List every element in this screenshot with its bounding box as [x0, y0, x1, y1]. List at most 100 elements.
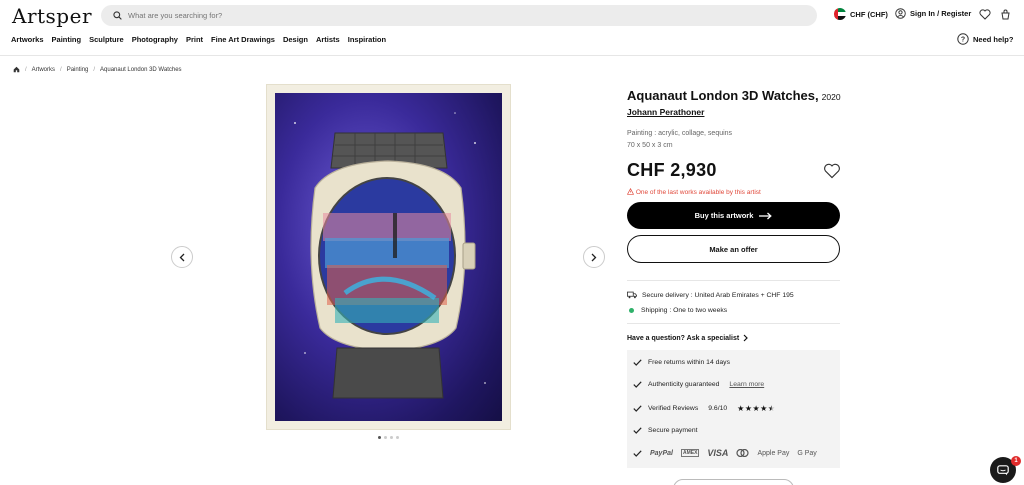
divider	[627, 280, 840, 281]
search-input[interactable]	[128, 11, 728, 20]
last-works-text: One of the last works available by this …	[635, 189, 761, 196]
artwork-painting	[275, 93, 502, 421]
artwork-price: CHF 2,930	[627, 160, 717, 180]
gallery-dot[interactable]	[378, 436, 381, 439]
nav-item-painting[interactable]: Painting	[52, 35, 82, 44]
chevron-left-icon	[179, 253, 185, 261]
currency-selector[interactable]: CHF (CHF)	[834, 8, 888, 20]
gallery-next-button[interactable]	[583, 246, 605, 268]
secure-delivery-text: Secure delivery : United Arab Emirates +…	[642, 291, 794, 299]
question-icon: ?	[957, 33, 969, 45]
visa-logo: VISA	[707, 448, 729, 458]
truck-icon	[627, 291, 637, 299]
nav-item-artists[interactable]: Artists	[316, 35, 340, 44]
google-pay-logo: G Pay	[797, 449, 817, 457]
cart-icon[interactable]	[1000, 9, 1011, 20]
artist-link[interactable]: Johann Perathoner	[627, 107, 704, 117]
benefit-reviews-text: Verified Reviews	[648, 405, 699, 412]
make-offer-label: Make an offer	[709, 244, 758, 254]
signin-link[interactable]: Sign In / Register	[895, 8, 971, 19]
nav-item-fine-art-drawings[interactable]: Fine Art Drawings	[211, 35, 275, 44]
check-icon	[633, 405, 642, 412]
chat-icon	[997, 464, 1009, 475]
apple-pay-logo: Apple Pay	[757, 449, 790, 457]
shipping-text: Shipping : One to two weeks	[641, 307, 728, 314]
currency-label: CHF (CHF)	[850, 9, 888, 19]
shipping-info: Shipping : One to two weeks	[627, 307, 727, 314]
nav-item-photography[interactable]: Photography	[132, 35, 178, 44]
nav-item-print[interactable]: Print	[186, 35, 203, 44]
benefit-secure-payment: Secure payment	[633, 427, 698, 434]
payment-methods: PayPal AMEX VISA Apple Pay G Pay	[633, 448, 817, 458]
breadcrumb-separator: /	[60, 66, 62, 73]
benefit-authenticity: Authenticity guaranteed Learn more	[633, 381, 764, 388]
signin-label: Sign In / Register	[910, 9, 972, 18]
secure-delivery-info: Secure delivery : United Arab Emirates +…	[627, 291, 794, 299]
search-icon	[113, 11, 122, 20]
more-info-button[interactable]	[673, 479, 794, 485]
check-icon	[633, 427, 642, 434]
buy-artwork-label: Buy this artwork	[694, 211, 754, 220]
nav-item-design[interactable]: Design	[283, 35, 308, 44]
breadcrumb: / Artworks / Painting / Aquanaut London …	[13, 66, 182, 73]
chevron-right-icon	[591, 253, 597, 261]
help-label: Need help?	[973, 34, 1014, 44]
mastercard-logo	[736, 449, 750, 457]
reviews-score: 9.6/10	[708, 405, 728, 412]
nav-item-sculpture[interactable]: Sculpture	[89, 35, 124, 44]
star-icon: ★	[752, 404, 760, 413]
divider	[627, 323, 840, 324]
make-offer-button[interactable]: Make an offer	[627, 235, 840, 263]
artwork-title: Aquanaut London 3D Watches, 2020	[627, 88, 841, 103]
gallery-dot[interactable]	[390, 436, 393, 439]
favorite-heart-icon[interactable]	[823, 163, 841, 179]
main-nav: Artworks Painting Sculpture Photography …	[11, 35, 394, 44]
benefit-free-returns: Free returns within 14 days	[633, 359, 730, 366]
warning-icon	[626, 187, 635, 195]
buy-artwork-button[interactable]: Buy this artwork	[627, 202, 840, 229]
gallery-prev-button[interactable]	[171, 246, 193, 268]
payment-logos: PayPal AMEX VISA Apple Pay G Pay	[650, 448, 817, 458]
chevron-right-icon	[743, 334, 749, 342]
artwork-image[interactable]	[266, 84, 511, 430]
watch-illustration	[294, 112, 486, 399]
check-icon	[633, 359, 642, 366]
check-icon	[633, 449, 642, 457]
site-header: Artsper CHF (CHF) Sign In / Register Art…	[0, 0, 1024, 56]
arrow-right-icon	[759, 212, 773, 219]
learn-more-link[interactable]: Learn more	[729, 381, 764, 388]
check-icon	[633, 381, 642, 388]
breadcrumb-separator: /	[25, 66, 27, 73]
amex-logo: AMEX	[680, 449, 700, 457]
artwork-year: 2020	[821, 92, 841, 102]
breadcrumb-item-artworks[interactable]: Artworks	[32, 67, 55, 73]
artwork-medium: Painting : acrylic, collage, sequins	[627, 130, 733, 137]
benefit-authenticity-text: Authenticity guaranteed	[648, 381, 720, 388]
search-bar[interactable]	[101, 5, 817, 26]
breadcrumb-item-painting[interactable]: Painting	[67, 67, 89, 73]
breadcrumb-separator: /	[93, 66, 96, 73]
nav-item-inspiration[interactable]: Inspiration	[348, 35, 386, 44]
artsper-logo[interactable]: Artsper	[12, 4, 92, 28]
gallery-pagination	[378, 436, 399, 439]
benefit-secure-payment-text: Secure payment	[648, 427, 698, 434]
gallery-dot[interactable]	[396, 436, 399, 439]
gallery-dot[interactable]	[384, 436, 387, 439]
benefit-reviews: Verified Reviews 9.6/10 ★ ★ ★ ★ ★	[633, 404, 775, 413]
artwork-title-text: Aquanaut London 3D Watches,	[627, 88, 819, 103]
rating-stars: ★ ★ ★ ★ ★	[737, 404, 775, 413]
last-works-warning: One of the last works available by this …	[626, 187, 761, 196]
star-icon: ★	[737, 404, 744, 413]
user-icon	[895, 8, 906, 19]
ask-specialist-link[interactable]: Have a question? Ask a specialist	[627, 334, 749, 342]
half-star-icon: ★	[767, 404, 775, 413]
uae-flag-icon	[834, 8, 846, 20]
chat-notification-badge: 1	[1011, 456, 1021, 466]
help-link[interactable]: ? Need help?	[957, 33, 1013, 45]
paypal-logo: PayPal	[650, 449, 673, 457]
home-icon[interactable]	[13, 66, 20, 73]
heart-icon[interactable]	[979, 9, 991, 20]
benefits-panel: Free returns within 14 days Authenticity…	[627, 350, 840, 468]
nav-item-artworks[interactable]: Artworks	[11, 35, 44, 44]
ask-specialist-label: Have a question? Ask a specialist	[627, 334, 740, 342]
